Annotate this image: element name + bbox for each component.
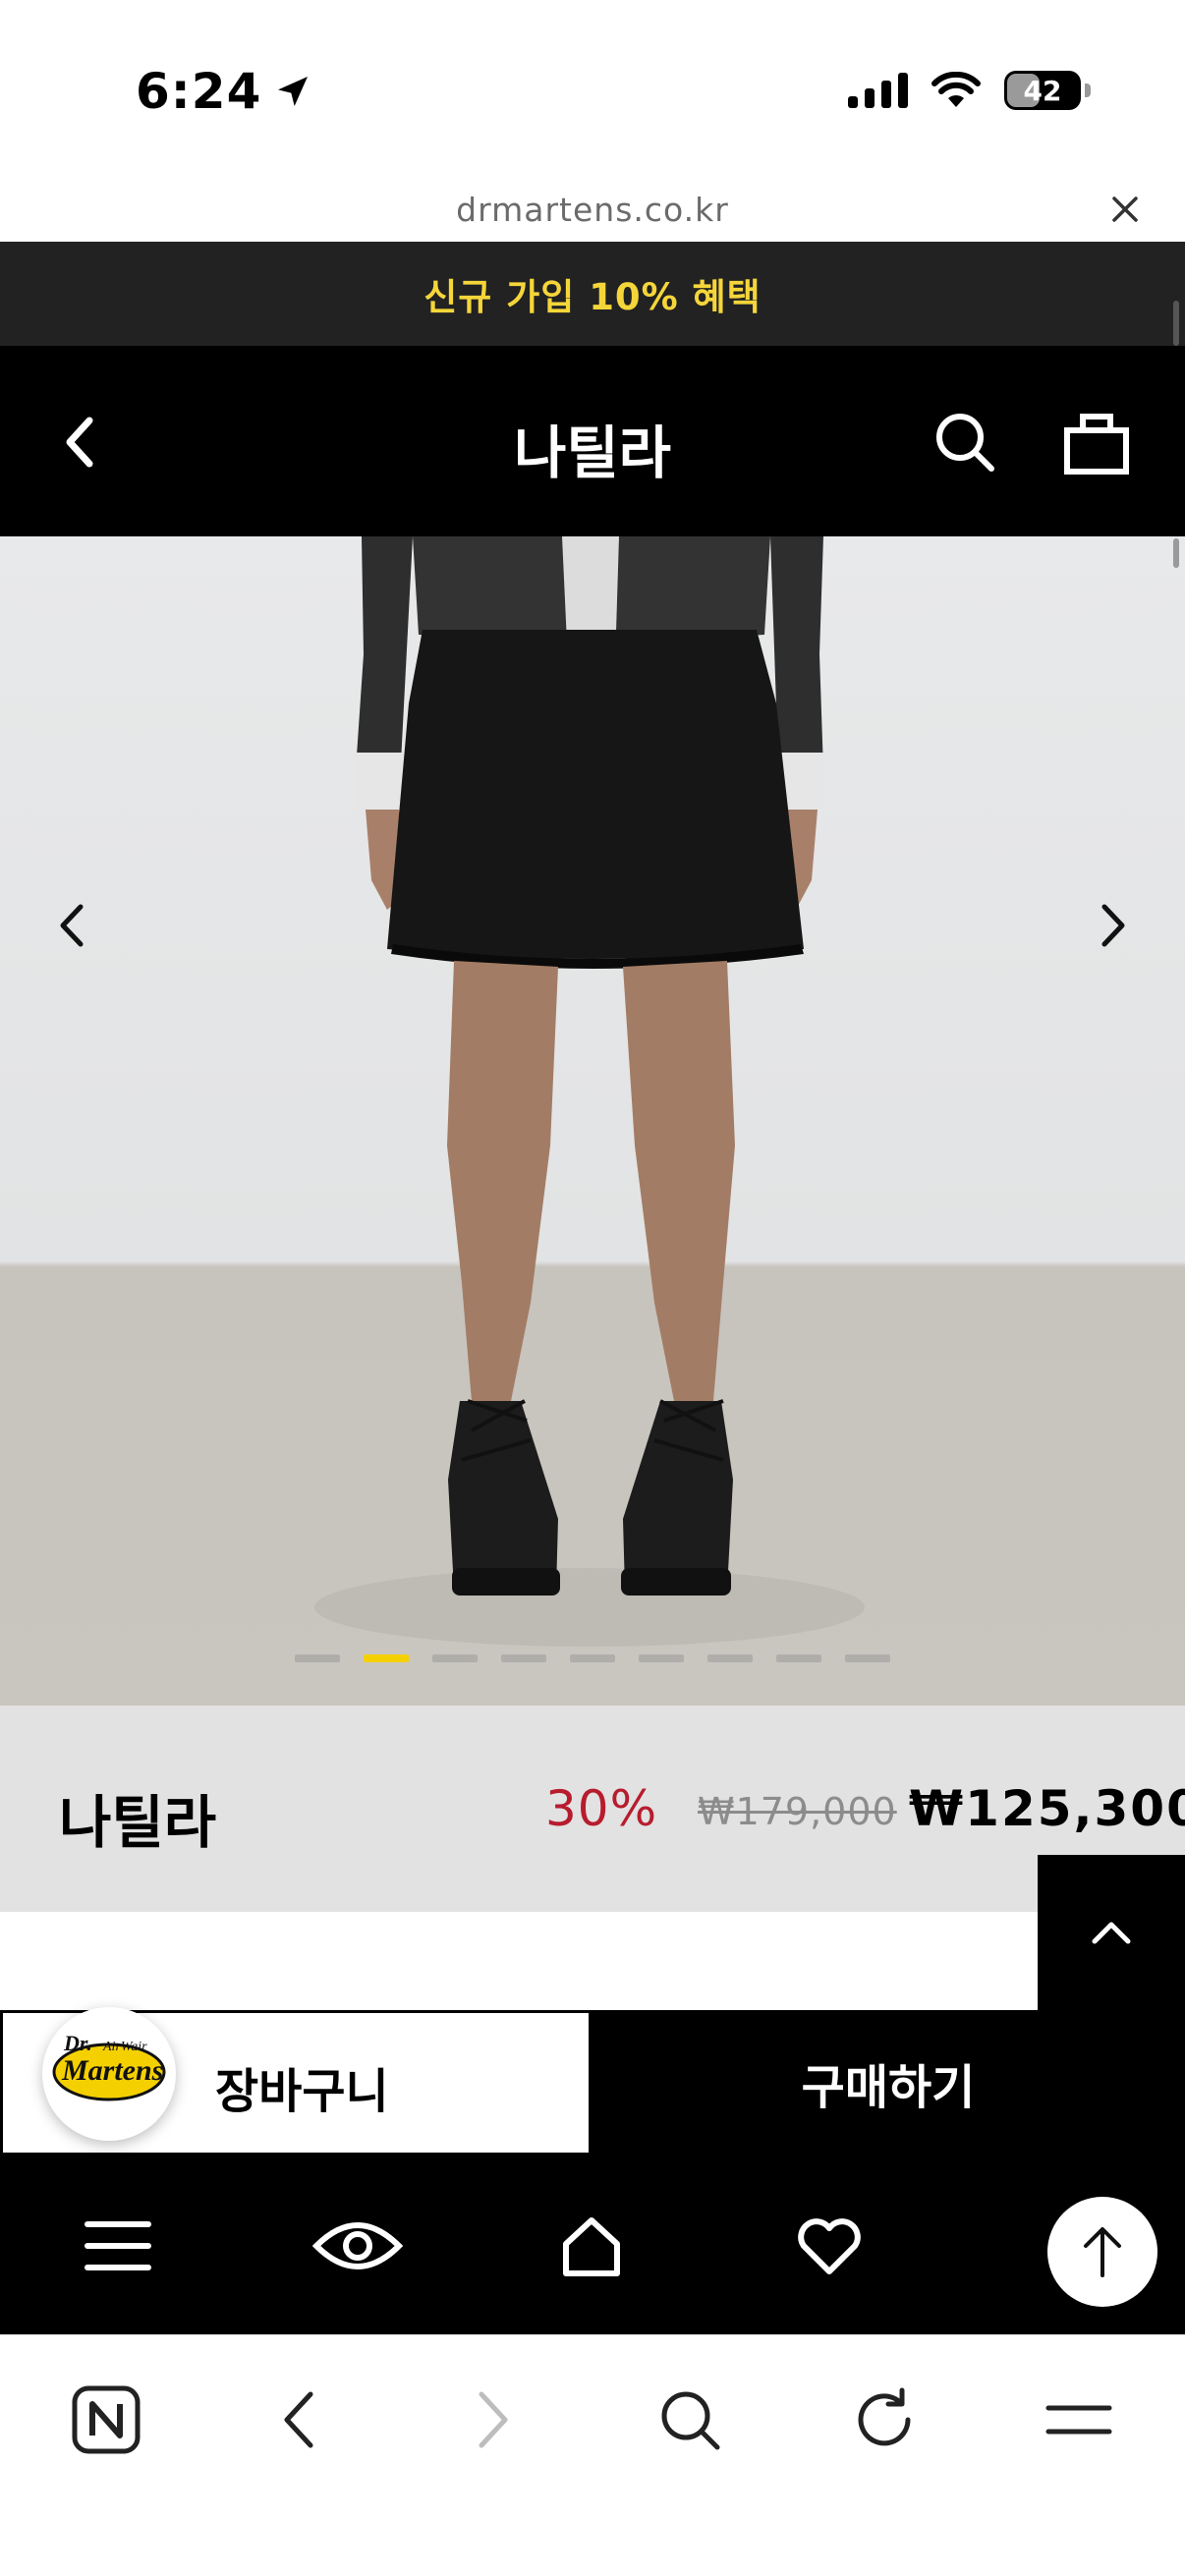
promo-text: 신규 가입 10% 혜택 <box>423 276 762 318</box>
browser-search-button[interactable] <box>643 2373 737 2467</box>
gallery-dot[interactable] <box>432 1654 478 1662</box>
page-title: 나틸라 <box>513 420 672 486</box>
product-photo <box>314 536 865 1647</box>
recently-viewed-button[interactable] <box>310 2199 405 2293</box>
browser-forward-button[interactable] <box>446 2373 540 2467</box>
scroll-to-top-button[interactable] <box>1047 2197 1157 2307</box>
menu-icon <box>1045 2405 1112 2435</box>
scrollbar <box>1173 538 1179 568</box>
home-icon <box>563 2217 620 2276</box>
gallery-dot[interactable] <box>501 1654 546 1662</box>
gallery-next-button[interactable] <box>1073 886 1152 965</box>
gallery-dot[interactable] <box>570 1654 615 1662</box>
url-bar[interactable]: drmartens.co.kr <box>0 177 1185 242</box>
close-icon[interactable] <box>1104 189 1146 230</box>
brand-logo[interactable]: Dr. AirWair Martens <box>42 2007 176 2141</box>
naver-home-button[interactable] <box>59 2373 153 2467</box>
product-info: 나틸라 30% ₩179,000 ₩125,300 <box>0 1706 1185 1912</box>
chevron-up-icon <box>1092 1922 1131 1944</box>
scrollbar <box>1173 301 1179 346</box>
status-indicators: 42 <box>848 71 1091 110</box>
svg-text:Martens: Martens <box>61 2054 163 2087</box>
svg-text:AirWair: AirWair <box>102 2040 147 2054</box>
reload-icon <box>858 2387 911 2446</box>
shopping-bag-icon <box>1064 414 1129 475</box>
gallery-dot[interactable] <box>776 1654 821 1662</box>
naver-icon <box>72 2385 141 2454</box>
gallery-dot[interactable] <box>639 1654 684 1662</box>
cellular-signal-icon <box>848 73 908 108</box>
gallery-dot[interactable] <box>295 1654 340 1662</box>
status-time: 6:24 <box>136 63 312 120</box>
clock: 6:24 <box>136 63 262 120</box>
chevron-right-icon <box>1101 904 1125 947</box>
sale-price: ₩125,300 <box>909 1780 1185 1837</box>
add-to-cart-button[interactable]: Dr. AirWair Martens 장바구니 <box>0 2007 592 2156</box>
forward-icon <box>479 2391 508 2448</box>
gallery-dot[interactable] <box>845 1654 890 1662</box>
search-icon <box>661 2391 720 2450</box>
chevron-left-icon <box>60 904 84 947</box>
gallery-pagination <box>0 1654 1185 1662</box>
gallery-prev-button[interactable] <box>33 886 112 965</box>
battery-level: 42 <box>1023 74 1062 107</box>
arrow-up-icon <box>1084 2227 1121 2277</box>
status-bar: 6:24 42 <box>0 0 1185 187</box>
wifi-icon <box>931 72 981 107</box>
gallery-dot[interactable] <box>364 1654 409 1662</box>
gallery-dot[interactable] <box>707 1654 753 1662</box>
battery-icon: 42 <box>1004 71 1091 110</box>
browser-back-button[interactable] <box>252 2373 346 2467</box>
buy-now-button[interactable]: 구매하기 <box>592 2010 1185 2156</box>
dr-martens-logo: Dr. AirWair Martens <box>52 2031 166 2101</box>
url-text: drmartens.co.kr <box>456 190 729 229</box>
browser-reload-button[interactable] <box>837 2373 931 2467</box>
back-icon <box>284 2391 313 2448</box>
heart-icon <box>798 2218 861 2274</box>
cart-button[interactable] <box>1057 403 1136 481</box>
discount-rate: 30% <box>545 1780 658 1837</box>
location-arrow-icon <box>278 77 309 106</box>
product-name: 나틸라 <box>59 1789 217 1856</box>
purchase-action-bar: Dr. AirWair Martens 장바구니 구매하기 <box>0 2007 1185 2156</box>
product-image-gallery[interactable] <box>0 536 1185 1706</box>
eye-icon <box>312 2222 403 2269</box>
browser-toolbar <box>0 2334 1185 2576</box>
search-icon <box>936 414 994 472</box>
cart-label: 장바구니 <box>215 2064 389 2119</box>
home-button[interactable] <box>544 2199 639 2293</box>
menu-icon <box>85 2221 151 2270</box>
wishlist-button[interactable] <box>782 2199 876 2293</box>
page-header: 나틸라 <box>0 346 1185 536</box>
search-button[interactable] <box>926 403 1004 481</box>
svg-text:Dr.: Dr. <box>63 2031 92 2055</box>
site-bottom-nav <box>0 2156 1185 2334</box>
original-price: ₩179,000 <box>698 1790 897 1833</box>
promo-banner[interactable]: 신규 가입 10% 혜택 <box>0 242 1185 346</box>
browser-menu-button[interactable] <box>1032 2373 1126 2467</box>
expand-options-button[interactable] <box>1038 1855 1185 2010</box>
menu-button[interactable] <box>71 2199 165 2293</box>
